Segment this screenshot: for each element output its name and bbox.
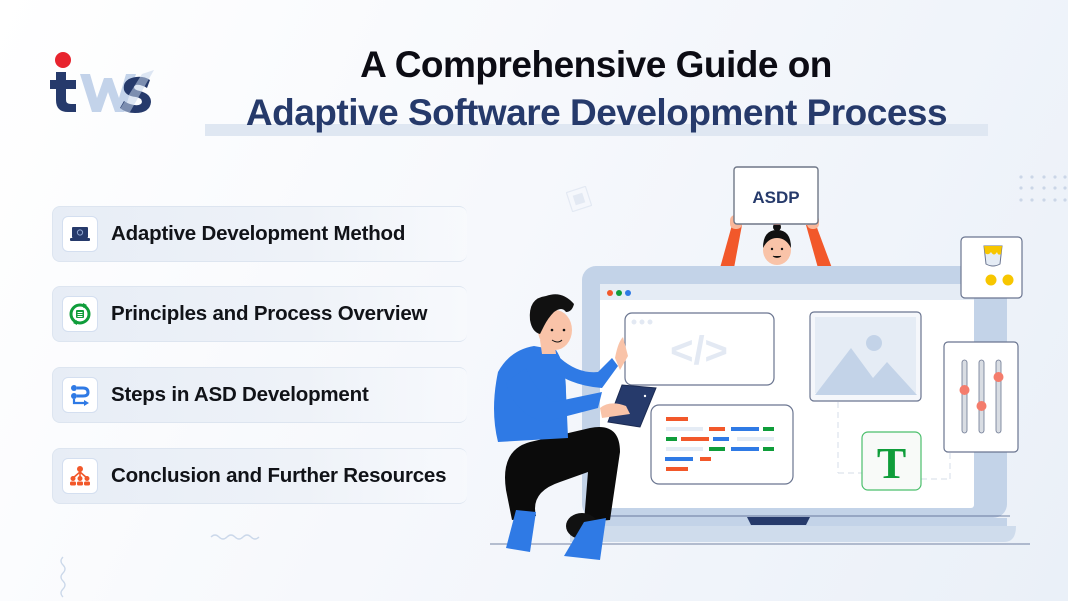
slider-knob bbox=[959, 385, 970, 395]
code-text-window bbox=[650, 404, 794, 485]
menu-item-label: Steps in ASD Development bbox=[111, 383, 369, 406]
page-title-line2: Adaptive Software Development Process bbox=[245, 92, 948, 133]
sliders bbox=[959, 359, 1004, 434]
font-glyph: T bbox=[877, 439, 906, 488]
cycle-list-icon bbox=[69, 303, 91, 325]
page-title-line1: A Comprehensive Guide on bbox=[360, 44, 832, 85]
menu-item-conclusion-resources[interactable]: Conclusion and Further Resources bbox=[52, 448, 467, 504]
code-tag-glyph: </> bbox=[670, 329, 728, 373]
window-dot-blue bbox=[625, 290, 631, 296]
decorative-wave-vertical bbox=[60, 556, 66, 598]
window-dot-red bbox=[607, 290, 613, 296]
menu-icon-box bbox=[62, 296, 98, 332]
hero-illustration: ASDP </> T bbox=[490, 166, 1030, 560]
menu-item-steps-asd[interactable]: Steps in ASD Development bbox=[52, 367, 467, 423]
menu-icon-box bbox=[62, 216, 98, 252]
menu-item-adaptive-development-method[interactable]: Adaptive Development Method bbox=[52, 206, 467, 262]
menu-item-principles-overview[interactable]: Principles and Process Overview bbox=[52, 286, 467, 342]
slider-knob bbox=[993, 372, 1004, 382]
window-dot-green bbox=[616, 290, 622, 296]
decorative-wave bbox=[210, 534, 260, 540]
menu-icon-box bbox=[62, 377, 98, 413]
menu-item-label: Adaptive Development Method bbox=[111, 222, 406, 245]
team-hierarchy-icon bbox=[70, 466, 90, 486]
menu-item-label: Principles and Process Overview bbox=[111, 302, 428, 325]
page-title-line2-wrap: Adaptive Software Development Process bbox=[205, 92, 988, 136]
monitor-stand-notch bbox=[747, 517, 810, 525]
menu-item-label: Conclusion and Further Resources bbox=[111, 464, 447, 487]
slider-knob bbox=[976, 401, 987, 411]
laptop-icon bbox=[70, 227, 90, 241]
sign-text: ASDP bbox=[752, 188, 799, 207]
workflow-icon bbox=[71, 385, 90, 406]
menu-icon-box bbox=[62, 458, 98, 494]
